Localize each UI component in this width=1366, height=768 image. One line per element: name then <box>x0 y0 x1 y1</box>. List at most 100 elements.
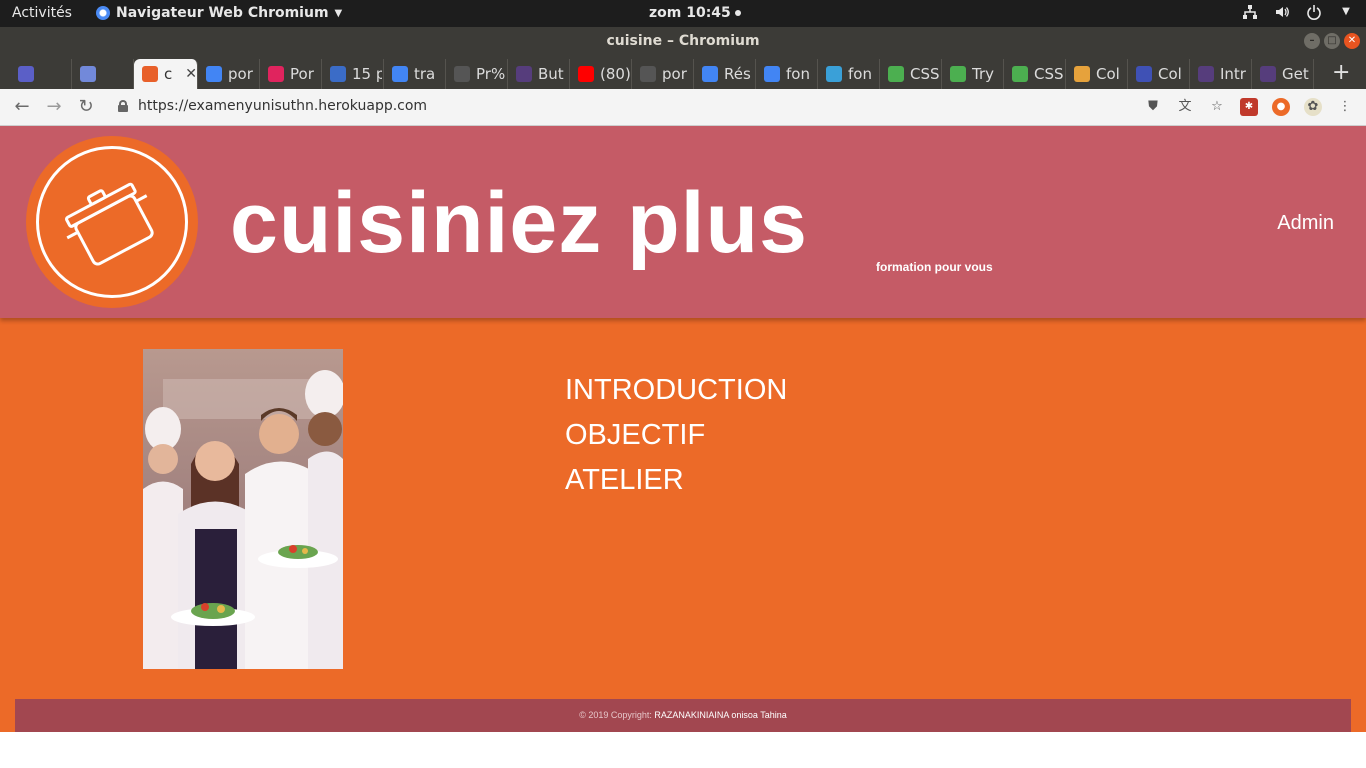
url-text[interactable]: https://examenyunisuthn.herokuapp.com <box>138 98 427 114</box>
menu-link[interactable]: OBJECTIF <box>565 413 787 458</box>
browser-tab[interactable]: Try <box>942 59 1004 89</box>
page-content: cuisiniez plus formation pour vous Admin <box>0 126 1366 732</box>
system-top-bar: Activités Navigateur Web Chromium ▼ zom … <box>0 0 1366 27</box>
volume-icon[interactable] <box>1274 4 1290 20</box>
tab-label: CSS <box>910 65 940 83</box>
bootstrap-icon <box>516 66 532 82</box>
site-tagline: formation pour vous <box>876 260 993 274</box>
tab-label: tra <box>414 65 436 83</box>
window-title-bar: cuisine – Chromium – □ ✕ <box>0 27 1366 55</box>
extension-orange-icon[interactable]: ● <box>1272 98 1290 116</box>
browser-tab[interactable]: Intr <box>1190 59 1252 89</box>
browser-toolbar: ← → ↻ https://examenyunisuthn.herokuapp.… <box>0 89 1366 126</box>
clock-label: zom 10:45 <box>649 5 731 21</box>
tab-favicon <box>18 66 34 82</box>
profile-avatar-icon[interactable]: ✿ <box>1304 98 1322 116</box>
site-header: cuisiniez plus formation pour vous Admin <box>0 126 1366 318</box>
browser-tab[interactable] <box>10 59 72 89</box>
admin-link[interactable]: Admin <box>1277 212 1334 235</box>
w3schools-icon <box>1012 66 1028 82</box>
chevron-down-icon[interactable]: ▼ <box>1338 4 1354 20</box>
site-logo[interactable] <box>26 136 198 308</box>
close-icon[interactable]: ✕ <box>1344 33 1360 49</box>
system-tray[interactable]: ▼ <box>1242 4 1354 20</box>
network-icon[interactable] <box>1242 4 1258 20</box>
lock-icon[interactable] <box>118 100 128 112</box>
browser-tab[interactable]: c ✕ <box>134 59 198 89</box>
tab-label: Try <box>972 65 995 83</box>
tab-label: por <box>228 65 253 83</box>
browser-tab[interactable]: Por <box>260 59 322 89</box>
browser-tab[interactable]: tra <box>384 59 446 89</box>
fonts-icon <box>826 66 842 82</box>
google-icon <box>702 66 718 82</box>
shield-blocked-icon[interactable]: ⛊ <box>1144 98 1162 116</box>
browser-tab[interactable]: Get <box>1252 59 1314 89</box>
tab-label: Col <box>1158 65 1182 83</box>
tab-label: c <box>164 65 173 83</box>
app-menu-label: Navigateur Web Chromium <box>116 5 329 21</box>
w3schools-icon <box>950 66 966 82</box>
tab-label: (80) <box>600 65 630 83</box>
browser-tab[interactable]: por <box>198 59 260 89</box>
browser-tab[interactable]: (80) <box>570 59 632 89</box>
browser-tab[interactable] <box>72 59 134 89</box>
forward-arrow-icon[interactable]: → <box>44 97 64 117</box>
app-menu[interactable]: Navigateur Web Chromium ▼ <box>96 5 342 21</box>
browser-tab[interactable]: fon <box>756 59 818 89</box>
tab-label: Get <box>1282 65 1309 83</box>
colors-icon <box>1074 66 1090 82</box>
back-arrow-icon[interactable]: ← <box>12 97 32 117</box>
chefs-photo <box>143 349 343 669</box>
tab-label: Por <box>290 65 314 83</box>
star-icon[interactable]: ☆ <box>1208 98 1226 116</box>
globe-icon <box>330 66 346 82</box>
extension-red-icon[interactable]: ✱ <box>1240 98 1258 116</box>
power-icon[interactable] <box>1306 4 1322 20</box>
maximize-icon[interactable]: □ <box>1324 33 1340 49</box>
browser-tab[interactable]: por <box>632 59 694 89</box>
browser-tab[interactable]: Pr% <box>446 59 508 89</box>
close-tab-icon[interactable]: ✕ <box>185 66 197 82</box>
main-menu: INTRODUCTION OBJECTIF ATELIER <box>565 368 787 503</box>
tab-label: fon <box>848 65 872 83</box>
browser-tab[interactable]: CSS <box>880 59 942 89</box>
google-icon <box>206 66 222 82</box>
browser-tab[interactable]: But <box>508 59 570 89</box>
tab-label: por <box>662 65 687 83</box>
address-bar[interactable]: https://examenyunisuthn.herokuapp.com <box>118 98 427 114</box>
browser-tab[interactable]: fon <box>818 59 880 89</box>
clock[interactable]: zom 10:45 <box>649 5 741 21</box>
menu-link[interactable]: ATELIER <box>565 458 787 503</box>
new-tab-plus-icon[interactable]: + <box>1332 60 1350 85</box>
tab-label: Rés <box>724 65 751 83</box>
site-brand-title[interactable]: cuisiniez plus <box>230 178 808 268</box>
menu-link[interactable]: INTRODUCTION <box>565 368 787 413</box>
footer-author[interactable]: RAZANAKINIAINA onisoa Tahina <box>654 710 786 720</box>
translate-icon[interactable]: 文 <box>1176 98 1194 116</box>
pot-icon <box>65 182 154 266</box>
extension-area: ⛊ 文 ☆ ✱ ● ✿ ⋮ <box>1144 98 1354 116</box>
tab-label: fon <box>786 65 810 83</box>
menu-kebab-icon[interactable]: ⋮ <box>1336 98 1354 116</box>
w3schools-icon <box>888 66 904 82</box>
tab-strip: c✕porPor15 ptraPr%But(80)porRésfonfonCSS… <box>0 55 1366 89</box>
activities-button[interactable]: Activités <box>12 5 72 21</box>
reload-icon[interactable]: ↻ <box>76 97 96 117</box>
tab-label: Intr <box>1220 65 1246 83</box>
minimize-icon[interactable]: – <box>1304 33 1320 49</box>
chromium-icon <box>96 6 110 20</box>
chefs-image <box>143 349 343 669</box>
browser-tab[interactable]: Col <box>1128 59 1190 89</box>
youtube-icon <box>578 66 594 82</box>
browser-tab[interactable]: CSS <box>1004 59 1066 89</box>
browser-tab[interactable]: 15 p <box>322 59 384 89</box>
pan-favicon <box>142 66 158 82</box>
google-icon <box>764 66 780 82</box>
browser-tab[interactable]: Rés <box>694 59 756 89</box>
window-controls: – □ ✕ <box>1304 33 1360 49</box>
browser-tab[interactable]: Col <box>1066 59 1128 89</box>
circle-c-icon <box>1136 66 1152 82</box>
logo-ring <box>36 146 188 298</box>
tab-label: Pr% <box>476 65 506 83</box>
